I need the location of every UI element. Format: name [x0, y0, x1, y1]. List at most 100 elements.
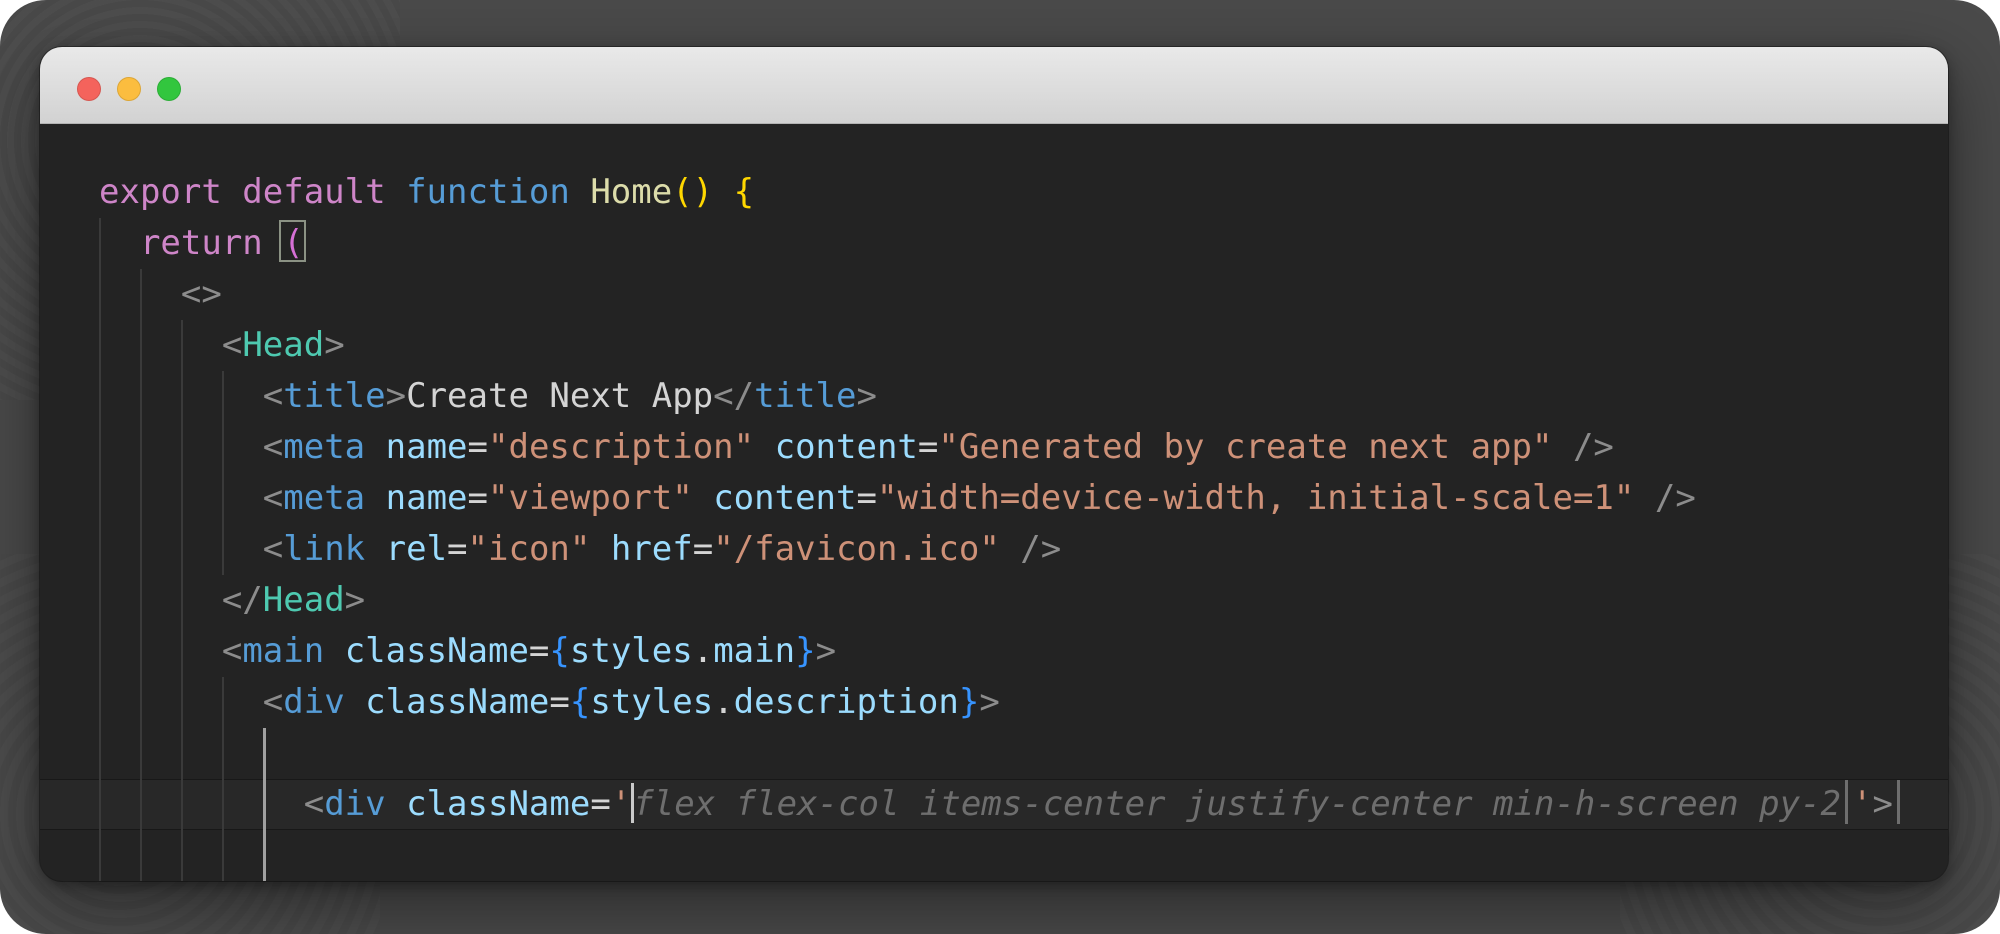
code-token [365, 478, 385, 518]
code-token: () [672, 172, 713, 212]
code-token: = [468, 427, 488, 467]
indent-guide-active [263, 728, 266, 881]
code-token: div [283, 682, 344, 722]
code-token: < [263, 376, 283, 416]
code-token: < [263, 427, 283, 467]
code-token: title [754, 376, 856, 416]
code-line[interactable]: <> [40, 269, 1948, 320]
code-area[interactable]: export default function Home() { return … [40, 124, 1948, 881]
zoom-button[interactable] [157, 77, 181, 101]
code-token [713, 172, 733, 212]
indent-guide [181, 320, 183, 881]
code-token: export default [99, 172, 386, 212]
code-token: = [549, 682, 569, 722]
code-token [345, 682, 365, 722]
indent-spaces [99, 223, 140, 263]
code-line[interactable]: <meta name="description" content="Genera… [40, 422, 1948, 473]
code-token [693, 478, 713, 518]
code-token: </ [713, 376, 754, 416]
code-token: meta [283, 478, 365, 518]
code-token: < [222, 325, 242, 365]
code-token [570, 172, 590, 212]
code-token: > [979, 682, 999, 722]
indent-guide [99, 218, 101, 881]
code-line[interactable]: <title>Create Next App</title> [40, 371, 1948, 422]
code-line[interactable]: </Head> [40, 575, 1948, 626]
code-line[interactable]: <Head> [40, 320, 1948, 371]
code-line[interactable]: <main className={styles.main}> [40, 626, 1948, 677]
code-token: styles [570, 631, 693, 671]
code-token [754, 427, 774, 467]
code-token: main [242, 631, 324, 671]
code-line[interactable]: <div className={styles.description}> [40, 677, 1948, 728]
code-token: . [693, 631, 713, 671]
code-token [386, 784, 406, 824]
code-token: = [468, 478, 488, 518]
code-token: = [529, 631, 549, 671]
editor-window: export default function Home() { return … [40, 47, 1948, 881]
code-token: = [447, 529, 467, 569]
indent-spaces [99, 631, 222, 671]
code-token: > [386, 376, 406, 416]
code-token: main [713, 631, 795, 671]
code-token: < [263, 478, 283, 518]
code-token [365, 529, 385, 569]
indent-guide [222, 677, 224, 881]
code-token: Head [263, 580, 345, 620]
code-token [386, 172, 406, 212]
code-token: styles [590, 682, 713, 722]
code-token: className [406, 784, 590, 824]
desktop-backdrop: export default function Home() { return … [0, 0, 2000, 934]
code-token: rel [386, 529, 447, 569]
code-line[interactable] [40, 830, 1948, 881]
suggestion-boundary-bar [1845, 780, 1848, 824]
code-token: > [324, 325, 344, 365]
code-token: /> [1573, 427, 1614, 467]
code-token [1634, 478, 1654, 518]
code-token: } [795, 631, 815, 671]
code-token: /> [1655, 478, 1696, 518]
code-line[interactable]: return ( [40, 218, 1948, 269]
code-token: content [775, 427, 918, 467]
code-token: . [713, 682, 733, 722]
minimize-button[interactable] [117, 77, 141, 101]
code-token: href [611, 529, 693, 569]
code-token: "icon" [468, 529, 591, 569]
code-token: { [570, 682, 590, 722]
code-token: name [386, 427, 468, 467]
code-token [590, 529, 610, 569]
code-token: = [918, 427, 938, 467]
code-token: className [345, 631, 529, 671]
code-token: ' [1852, 784, 1872, 824]
code-token: < [263, 529, 283, 569]
code-token: "Generated by create next app" [938, 427, 1552, 467]
close-button[interactable] [77, 77, 101, 101]
suggestion-boundary-bar [1897, 780, 1900, 824]
code-token: Head [242, 325, 324, 365]
code-token: < [263, 682, 283, 722]
code-line-current[interactable]: <div className='flex flex-col items-cent… [40, 779, 1948, 830]
code-line[interactable] [40, 728, 1948, 779]
window-title-bar[interactable] [40, 47, 1948, 124]
code-token [324, 631, 344, 671]
code-token: > [345, 580, 365, 620]
code-token: return [140, 223, 263, 263]
code-token: Home [590, 172, 672, 212]
code-token: Create Next App [406, 376, 713, 416]
code-token: className [365, 682, 549, 722]
code-token: "/favicon.ico" [713, 529, 1000, 569]
code-token: "description" [488, 427, 754, 467]
code-line[interactable]: <link rel="icon" href="/favicon.ico" /> [40, 524, 1948, 575]
indent-guide [222, 371, 224, 575]
code-token: "viewport" [488, 478, 693, 518]
code-token: < [304, 784, 324, 824]
indent-spaces [99, 325, 222, 365]
code-token: < [222, 631, 242, 671]
indent-spaces [99, 580, 222, 620]
code-token: function [406, 172, 570, 212]
code-line[interactable]: <meta name="viewport" content="width=dev… [40, 473, 1948, 524]
code-token: = [590, 784, 610, 824]
code-line[interactable]: export default function Home() { [40, 167, 1948, 218]
indent-guide [140, 269, 142, 881]
code-token: /> [1020, 529, 1061, 569]
